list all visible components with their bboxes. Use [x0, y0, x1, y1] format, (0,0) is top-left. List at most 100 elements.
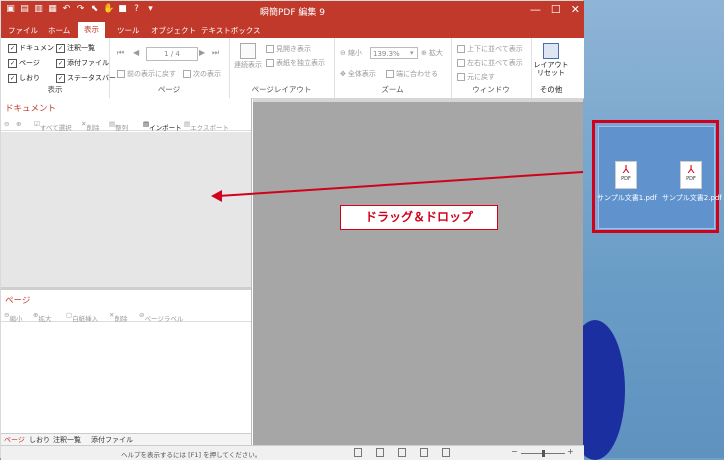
checkbox-statusbar[interactable]: ✓ ステータスバー	[56, 73, 116, 83]
zoom-slider[interactable]: − +	[511, 447, 574, 457]
window-title: 瞬簡PDF 編集 9	[260, 8, 325, 18]
zoom-dropdown-icon[interactable]: ▾	[410, 49, 414, 57]
document-list-area[interactable]	[1, 132, 251, 287]
zoom-in-button[interactable]: ⊕ 拡大	[421, 48, 443, 58]
restore-icon	[457, 73, 465, 81]
next-page-icon[interactable]: ▶	[199, 48, 205, 57]
fit-all-button[interactable]: ✥ 全体表示	[340, 69, 376, 79]
pdf-file-icon[interactable]: ⅄ PDF	[615, 161, 637, 189]
button-label: インポート	[149, 124, 182, 132]
delete-doc-button[interactable]: ✕ 削除	[81, 120, 99, 132]
next-view-icon	[183, 70, 191, 78]
file-name-1[interactable]: サンプル文書1.pdf	[597, 193, 657, 203]
fit-page-icon[interactable]	[442, 448, 450, 457]
group-window: 上下に並べて表示 左右に並べて表示 元に戻す ウィンドウ	[451, 38, 532, 98]
cover-separate-button[interactable]: 表紙を独立表示	[266, 58, 325, 68]
prev-page-icon[interactable]: ◀	[133, 48, 139, 57]
continuous-page-icon[interactable]	[376, 448, 384, 457]
check-icon: ✓	[8, 58, 17, 68]
tile-vertical-button[interactable]: 上下に並べて表示	[457, 44, 523, 54]
ribbon-tabs: ファイル ホーム 表示 ツール オブジェクト テキストボックス	[1, 22, 584, 38]
tab-view[interactable]: 表示	[78, 22, 105, 38]
document-view[interactable]	[253, 98, 583, 445]
tab-attachments[interactable]: 添付ファイル	[91, 435, 133, 445]
tile-horizontal-button[interactable]: 左右に並べて表示	[457, 58, 523, 68]
zoom-plus-icon[interactable]: +	[567, 447, 574, 456]
maximize-icon[interactable]: ☐	[551, 3, 561, 16]
button-label: 次の表示	[193, 70, 221, 78]
minimize-icon[interactable]: —	[530, 3, 541, 16]
check-icon: ✓	[56, 43, 65, 53]
check-icon: ✓	[8, 43, 17, 53]
tab-bookmarks[interactable]: しおり	[29, 435, 50, 445]
button-label: ページラベル	[144, 315, 184, 323]
expand-icon[interactable]: ⊕	[16, 120, 21, 128]
checkbox-document[interactable]: ✓ ドキュメント	[8, 43, 61, 53]
continuous-view-button[interactable]: 連続表示	[232, 43, 264, 69]
select-all-button[interactable]: ☑ すべて選択	[34, 120, 72, 132]
check-icon: ✓	[56, 73, 65, 83]
group-label: その他	[539, 85, 563, 94]
button-label: 縮小	[347, 49, 362, 57]
tab-tools[interactable]: ツール	[117, 25, 140, 36]
checkbox-annotations[interactable]: ✓ 注釈一覧	[56, 43, 95, 53]
drag-drop-label: ドラッグ＆ドロップ	[340, 205, 498, 230]
export-button[interactable]: ▤ エクスポート	[184, 120, 229, 132]
tab-home[interactable]: ホーム	[48, 25, 70, 36]
first-page-icon[interactable]: ⏮	[117, 48, 124, 58]
status-view-icons	[354, 448, 450, 457]
spread-page-icon[interactable]	[398, 448, 406, 457]
tab-annotations[interactable]: 注釈一覧	[53, 435, 81, 445]
horizontal-ruler	[253, 98, 583, 102]
checkbox-page[interactable]: ✓ ページ	[8, 58, 40, 68]
button-label: 連続表示	[234, 61, 262, 69]
shrink-button[interactable]: ⊖ 縮小	[4, 311, 22, 323]
zoom-out-button[interactable]: ⊖ 縮小	[340, 48, 362, 58]
page-toolbar: ⊖ 縮小 ⊕ 拡大 ▢ 白紙挿入 ✕ 削除 ⊘ ページラベル	[1, 309, 251, 323]
zoom-minus-icon[interactable]: −	[511, 447, 518, 456]
restore-window-button[interactable]: 元に戻す	[457, 72, 495, 82]
acrobat-symbol-icon: ⅄	[687, 163, 695, 176]
spread-continuous-icon[interactable]	[420, 448, 428, 457]
single-page-icon[interactable]	[354, 448, 362, 457]
insert-blank-button[interactable]: ▢ 白紙挿入	[66, 311, 98, 323]
document-toolbar: ⊖ ⊕ ☑ すべて選択 ✕ 削除 ▤ 整列 ▤ インポート ▤ エクスポート	[1, 118, 251, 132]
button-label: 端に合わせる	[396, 70, 438, 78]
sort-button[interactable]: ▤ 整列	[109, 120, 128, 132]
page-number-input[interactable]: 1 / 4	[146, 47, 198, 61]
close-icon[interactable]: ✕	[571, 3, 580, 16]
spread-view-icon	[266, 45, 274, 53]
zoom-in-icon: ⊕	[421, 49, 427, 57]
checkbox-label: ドキュメント	[19, 44, 61, 52]
layout-reset-button[interactable]: レイアウト リセット	[533, 43, 569, 77]
checkbox-attachments[interactable]: ✓ 添付ファイル	[56, 58, 109, 68]
delete-page-button[interactable]: ✕ 削除	[109, 311, 127, 323]
checkbox-label: 注釈一覧	[67, 44, 95, 52]
acrobat-symbol-icon: ⅄	[622, 163, 630, 176]
collapse-icon[interactable]: ⊖	[4, 120, 9, 128]
tab-textbox[interactable]: テキストボックス	[201, 25, 261, 36]
enlarge-button[interactable]: ⊕ 拡大	[33, 311, 51, 323]
next-view-button[interactable]: 次の表示	[183, 69, 221, 79]
group-label: ズーム	[381, 85, 404, 94]
tab-file[interactable]: ファイル	[8, 25, 38, 36]
spread-view-button[interactable]: 見開き表示	[266, 44, 311, 54]
prev-view-icon	[117, 70, 125, 78]
group-page: ⏮ ◀ 1 / 4 ▶ ⏭ 前の表示に戻す 次の表示 ページ	[109, 38, 230, 98]
slider-thumb[interactable]	[542, 450, 545, 457]
fit-width-button[interactable]: 端に合わせる	[386, 69, 438, 79]
title-bar: ▣ ▤ ▥ ▦ ↶ ↷ ⬉ ✋ ■ ? ▾ 瞬簡PDF 編集 9 — ☐ ✕	[1, 1, 584, 22]
button-label: 削除	[86, 124, 100, 132]
group-label: ページ	[157, 85, 181, 94]
last-page-icon[interactable]: ⏭	[212, 48, 219, 58]
prev-view-button[interactable]: 前の表示に戻す	[117, 69, 176, 79]
tab-object[interactable]: オブジェクト	[151, 25, 196, 36]
file-name-2[interactable]: サンプル文書2.pdf	[662, 193, 722, 203]
checkbox-bookmarks[interactable]: ✓ しおり	[8, 73, 40, 83]
pdf-file-icon[interactable]: ⅄ PDF	[680, 161, 702, 189]
group-label: ページレイアウト	[251, 85, 312, 94]
pane-splitter[interactable]	[1, 287, 251, 290]
page-label-button[interactable]: ⊘ ページラベル	[139, 311, 183, 323]
import-button[interactable]: ▤ インポート	[143, 120, 182, 132]
button-label: 全体表示	[347, 70, 376, 78]
